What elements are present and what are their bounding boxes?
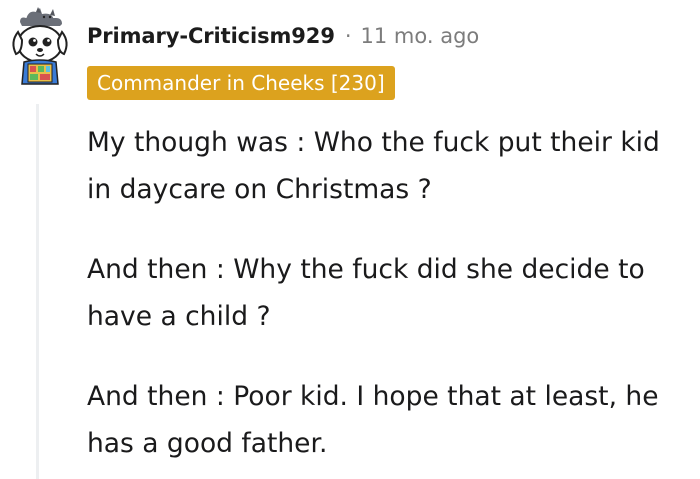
username-link[interactable]: Primary-Criticism929: [87, 24, 335, 48]
thread-collapse-line[interactable]: [36, 104, 39, 479]
comment-timestamp[interactable]: 11 mo. ago: [361, 24, 480, 48]
meta-separator: ·: [344, 24, 352, 48]
comment-body: My though was : Who the fuck put their k…: [87, 119, 692, 467]
user-avatar[interactable]: [6, 6, 74, 86]
user-flair: Commander in Cheeks [230]: [87, 66, 395, 100]
snoo-dog-avatar-icon: [12, 7, 68, 85]
comment: Primary-Criticism929 · 11 mo. ago Comman…: [0, 0, 700, 479]
comment-paragraph: And then : Poor kid. I hope that at leas…: [87, 381, 659, 459]
comment-paragraph: And then : Why the fuck did she decide t…: [87, 254, 645, 332]
comment-header: Primary-Criticism929 · 11 mo. ago: [87, 18, 479, 54]
comment-paragraph: My though was : Who the fuck put their k…: [87, 127, 660, 205]
